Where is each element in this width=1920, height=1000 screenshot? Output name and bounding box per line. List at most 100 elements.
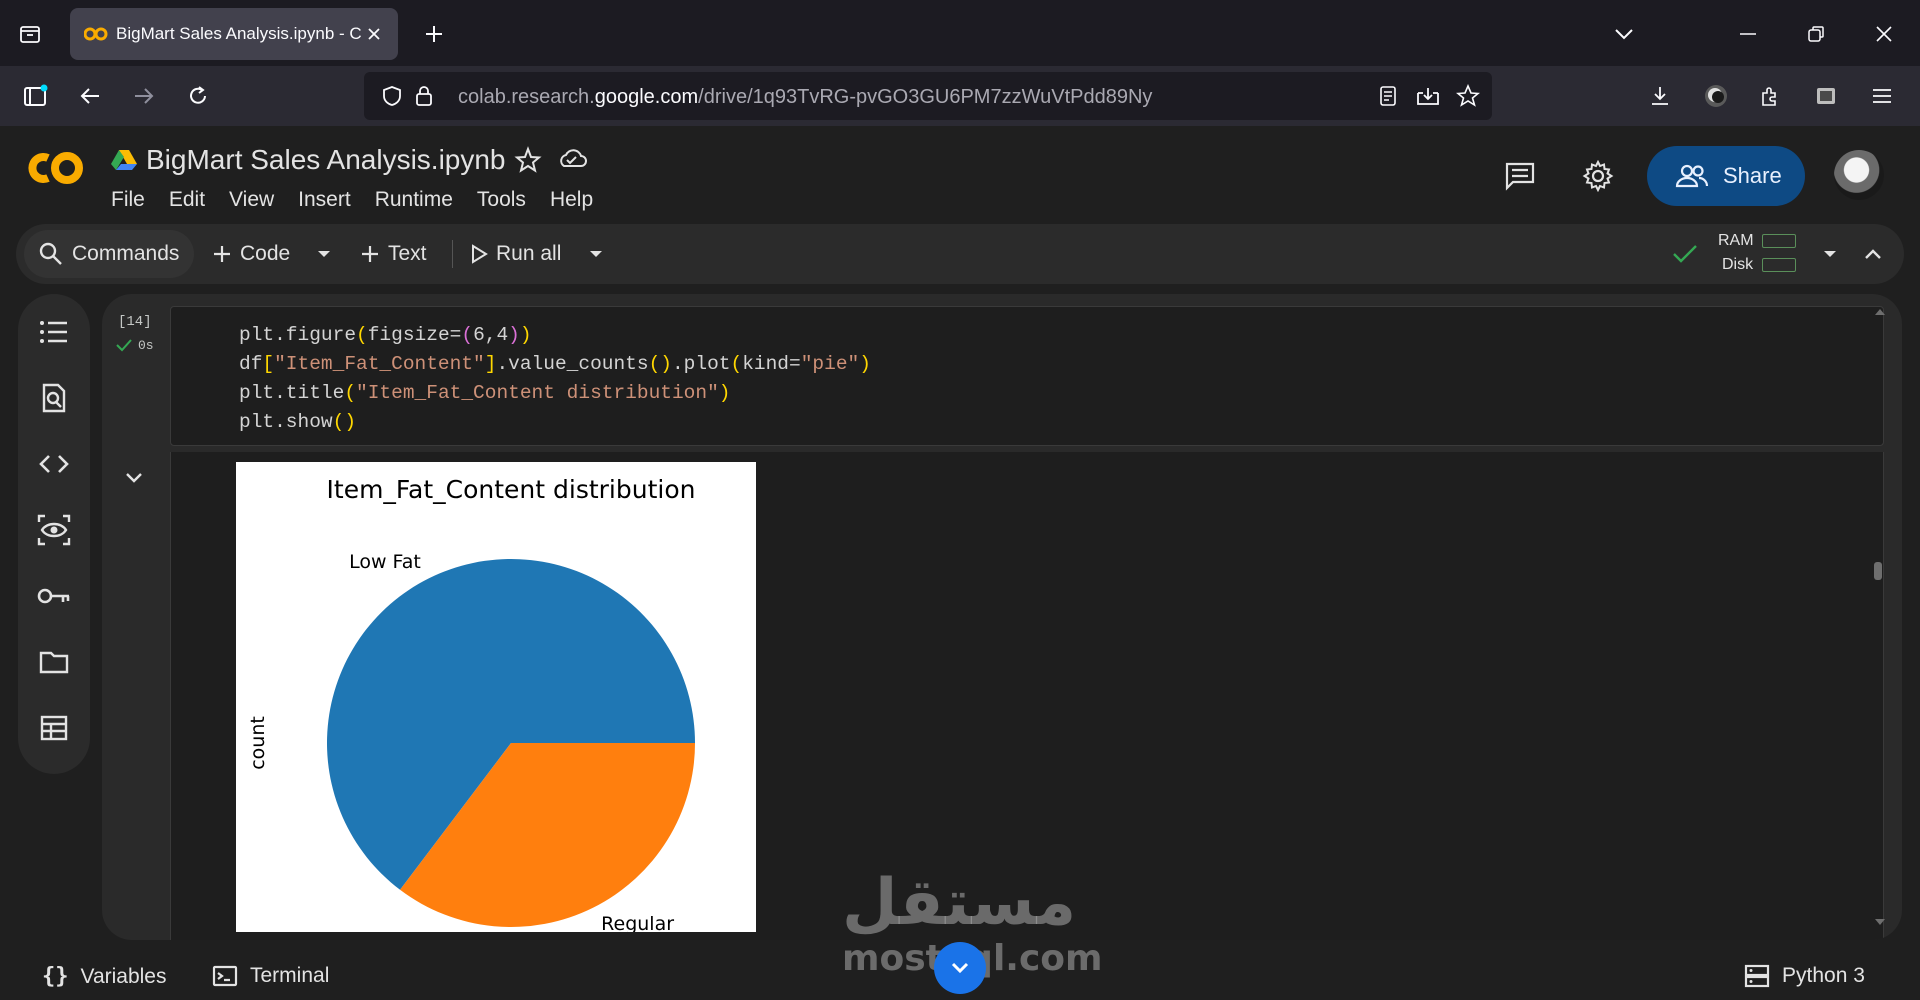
left-side-rail [18, 294, 90, 774]
add-text-label: Text [388, 242, 427, 265]
add-code-button[interactable]: Code [212, 234, 290, 274]
add-code-label: Code [240, 242, 291, 265]
close-window-icon[interactable] [1868, 18, 1900, 50]
tab-list-icon[interactable] [14, 18, 46, 50]
menu-view[interactable]: View [217, 188, 286, 212]
tracking-protection-icon[interactable] [378, 82, 406, 110]
run-all-label: Run all [496, 242, 562, 265]
plus-icon [214, 246, 230, 262]
watermark-arabic: مستقل [842, 866, 1077, 940]
commands-label: Commands [72, 242, 180, 265]
code-content[interactable]: plt.figure(figsize=(6,4)) df["Item_Fat_Co… [239, 321, 871, 437]
find-replace-icon[interactable] [36, 380, 72, 416]
pie-chart-svg: Item_Fat_Content distribution count Low … [247, 475, 696, 932]
browser-tab-strip: BigMart Sales Analysis.ipynb - C [0, 0, 1920, 66]
sidebar-toggle-icon[interactable] [18, 78, 54, 114]
browser-tab-active[interactable]: BigMart Sales Analysis.ipynb - C [70, 8, 398, 60]
notebook-toolbar: Commands Code Text Run all RAM Disk [16, 224, 1904, 284]
collapse-header-icon[interactable] [1864, 234, 1882, 274]
bookmark-star-icon[interactable] [1454, 82, 1482, 110]
plus-icon [362, 246, 378, 262]
files-folder-icon[interactable] [36, 644, 72, 680]
menu-tools[interactable]: Tools [465, 188, 538, 212]
terminal-icon [212, 965, 238, 987]
menu-runtime[interactable]: Runtime [363, 188, 465, 212]
scroll-down-icon[interactable] [1874, 918, 1886, 926]
variables-label: Variables [80, 964, 167, 988]
ram-usage-bar[interactable] [1762, 234, 1796, 248]
forward-icon[interactable] [126, 78, 162, 114]
google-drive-icon[interactable] [110, 148, 138, 172]
reader-view-icon[interactable] [1374, 82, 1402, 110]
menu-edit[interactable]: Edit [157, 188, 217, 212]
table-of-contents-icon[interactable] [36, 314, 72, 350]
variables-button[interactable]: {} Variables [42, 964, 167, 989]
save-page-icon[interactable] [1414, 82, 1442, 110]
run-all-dropdown-icon[interactable] [588, 234, 604, 274]
menu-bar: File Edit View Insert Runtime Tools Help [110, 188, 605, 212]
pie-label-low-fat: Low Fat [349, 551, 421, 573]
app-menu-icon[interactable] [1864, 78, 1900, 114]
extension-image-icon[interactable] [1808, 78, 1844, 114]
extensions-icon[interactable] [1752, 78, 1788, 114]
scroll-up-icon[interactable] [1874, 308, 1886, 316]
menu-help[interactable]: Help [538, 188, 605, 212]
settings-gear-icon[interactable] [1578, 156, 1618, 196]
code-line: plt.title("Item_Fat_Content distribution… [239, 382, 731, 404]
browser-nav-bar: colab.research.google.com/drive/1q93TvRG… [0, 66, 1920, 126]
url-text[interactable]: colab.research.google.com/drive/1q93TvRG… [458, 86, 1152, 109]
pie-chart-figure: Item_Fat_Content distribution count Low … [236, 462, 756, 932]
lock-icon[interactable] [410, 82, 438, 110]
new-tab-icon[interactable] [418, 18, 450, 50]
output-scrollbar-thumb[interactable] [1874, 562, 1882, 580]
disk-usage-bar[interactable] [1762, 258, 1796, 272]
menu-insert[interactable]: Insert [286, 188, 363, 212]
runtime-status-button[interactable]: Python 3 [1744, 964, 1865, 988]
code-cell-editor[interactable]: plt.figure(figsize=(6,4)) df["Item_Fat_Co… [170, 306, 1884, 446]
url-bar[interactable]: colab.research.google.com/drive/1q93TvRG… [364, 72, 1492, 120]
code-snippets-icon[interactable] [36, 446, 72, 482]
colab-logo-icon[interactable] [24, 148, 88, 188]
downloads-icon[interactable] [1642, 78, 1678, 114]
share-label: Share [1723, 163, 1782, 188]
pie-label-regular: Regular [601, 913, 674, 932]
execution-count: [14] [118, 314, 152, 330]
notebook-title[interactable]: BigMart Sales Analysis.ipynb [146, 144, 506, 176]
minimize-icon[interactable] [1732, 18, 1764, 50]
search-icon [39, 242, 62, 265]
back-icon[interactable] [72, 78, 108, 114]
code-line: df["Item_Fat_Content"].value_counts().pl… [239, 353, 871, 375]
data-table-icon[interactable] [36, 710, 72, 746]
star-icon[interactable] [514, 146, 542, 174]
runtime-dropdown-icon[interactable] [1822, 234, 1838, 274]
tab-title: BigMart Sales Analysis.ipynb - C [116, 24, 362, 43]
braces-icon: {} [42, 964, 69, 989]
connected-check-icon [1672, 234, 1698, 274]
comments-icon[interactable] [1500, 156, 1540, 196]
tab-overflow-chevron-icon[interactable] [1608, 18, 1640, 50]
secrets-key-icon[interactable] [36, 578, 72, 614]
menu-file[interactable]: File [110, 188, 157, 212]
toolbar-divider [452, 240, 453, 268]
chart-title: Item_Fat_Content distribution [327, 475, 696, 504]
commands-group[interactable]: Commands [38, 234, 179, 274]
code-dropdown-icon[interactable] [316, 234, 332, 274]
cloud-saved-icon[interactable] [556, 146, 588, 170]
user-avatar[interactable] [1834, 150, 1884, 200]
run-all-button[interactable]: Run all [470, 234, 561, 274]
terminal-label: Terminal [250, 964, 330, 987]
reload-icon[interactable] [180, 78, 216, 114]
share-button[interactable]: Share [1647, 146, 1805, 206]
tab-close-icon[interactable] [362, 22, 386, 46]
variable-inspector-icon[interactable] [36, 512, 72, 548]
success-check-icon [116, 339, 132, 352]
terminal-button[interactable]: Terminal [212, 964, 329, 988]
add-text-button[interactable]: Text [360, 234, 427, 274]
chevron-down-icon [951, 962, 969, 974]
disk-label: Disk [1722, 256, 1754, 273]
collapse-output-chevron-icon[interactable] [120, 464, 148, 492]
chart-ylabel: count [247, 716, 269, 770]
restore-icon[interactable] [1800, 18, 1832, 50]
execution-status: 0s [116, 338, 154, 353]
account-icon[interactable] [1698, 78, 1734, 114]
